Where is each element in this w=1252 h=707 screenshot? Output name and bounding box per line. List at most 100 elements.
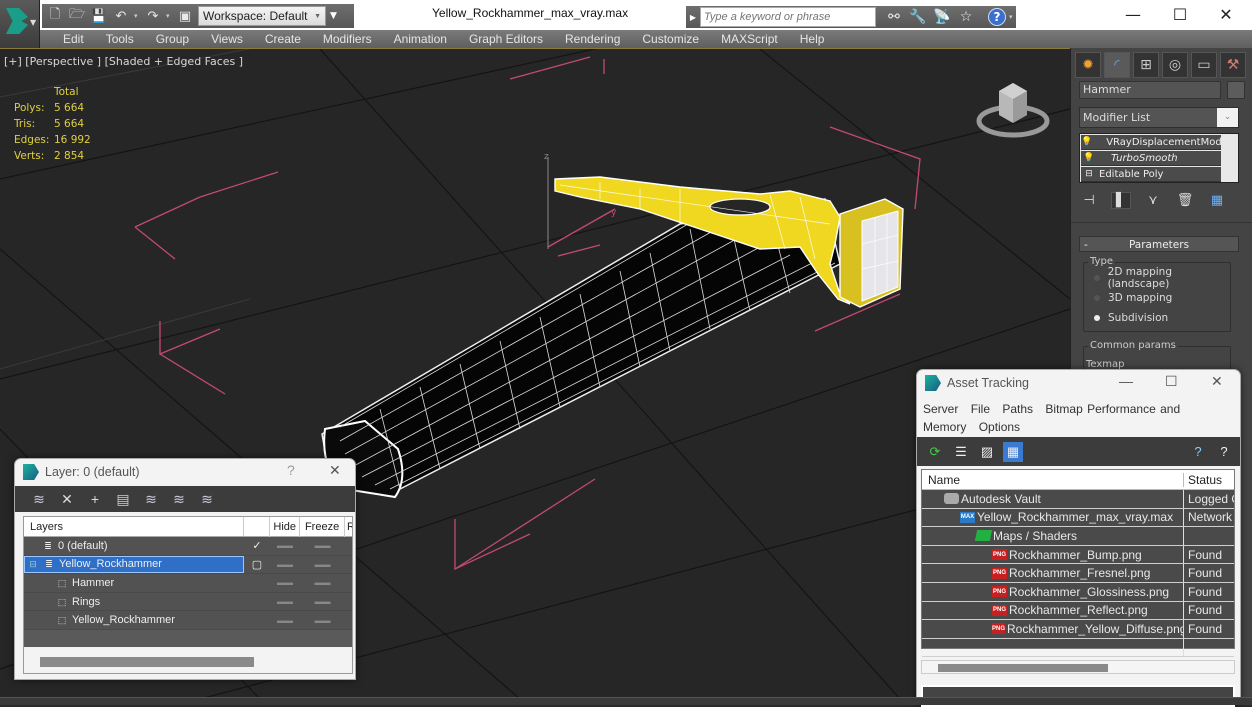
freeze-toggle[interactable]: ▬▬ [300,597,345,606]
hide-toggle[interactable]: ▬▬ [270,560,300,569]
asset-row[interactable]: MAX Yellow_Rockhammer_max_vray.max Network [922,508,1234,528]
expand-box-icon[interactable]: ⊟ [1081,169,1097,179]
redo-dropdown-icon[interactable]: ▾ [166,12,172,20]
object-color-swatch[interactable] [1227,81,1245,99]
column-status[interactable]: Status [1184,473,1222,487]
asset-row[interactable]: PNG Rockhammer_Glossiness.png Found [922,582,1234,602]
radio-2d-mapping[interactable]: 2D mapping (landscape) [1084,266,1230,290]
chevron-down-icon[interactable]: ⌄ [1217,108,1238,127]
satellite-icon[interactable]: 📡 [930,9,954,25]
favorites-star-icon[interactable]: ☆ [954,9,978,25]
radio-3d-mapping[interactable]: 3D mapping [1084,288,1230,308]
lightbulb-icon[interactable]: 💡 [1081,137,1092,147]
hierarchy-tab-icon[interactable]: ⊞ [1133,52,1159,78]
display-tab-monitor-icon[interactable]: ▭ [1191,52,1217,78]
asset-row[interactable]: PNG Rockhammer_Fresnel.png Found [922,564,1234,583]
stack-item-turbosmooth[interactable]: 💡 TurboSmooth [1081,151,1221,166]
delete-layer-icon[interactable]: ✕ [55,491,79,508]
open-folder-icon[interactable]: 🗁 [68,7,86,24]
current-layer-check-icon[interactable]: ✓ [244,539,270,552]
menu-modifiers[interactable]: Modifiers [312,32,383,46]
stack-item-vraydisplacementmod[interactable]: 💡 VRayDisplacementMod [1081,135,1222,150]
remove-modifier-icon[interactable]: 🗑 [1175,193,1195,208]
modify-tab-curve-icon[interactable]: ◜ [1104,52,1130,78]
hide-toggle[interactable]: ▬▬ [270,597,300,606]
hide-toggle[interactable]: ▬▬ [270,541,300,550]
list-view-icon[interactable]: ☰ [951,442,971,462]
expand-icon[interactable]: ⊟ [27,559,39,569]
viewport-label[interactable]: [+] [Perspective ] [Shaded + Edged Faces… [4,55,243,68]
workspace-select[interactable]: Workspace: Default ▼ [198,6,326,26]
menu-maxscript[interactable]: MAXScript [710,32,789,46]
highlight-layer-icon[interactable]: ≋ [167,491,191,508]
scrollbar-thumb[interactable] [40,657,254,667]
freeze-toggle[interactable]: ▬▬ [300,560,345,569]
modifier-list-dropdown[interactable]: Modifier List [1079,107,1239,128]
hide-toggle[interactable]: ▬▬ [270,578,300,587]
undo-dropdown-icon[interactable]: ▾ [134,12,140,20]
column-freeze[interactable]: Freeze [299,516,344,537]
column-layers[interactable]: Layers [24,521,243,533]
configure-sets-icon[interactable]: ▦ [1207,193,1227,208]
freeze-toggle[interactable]: ▬▬ [300,578,345,587]
set-current-checkbox[interactable]: ▢ [244,558,270,571]
horizontal-scrollbar[interactable] [921,660,1235,674]
hide-toggle[interactable]: ▬▬ [270,616,300,625]
asset-row[interactable]: PNG Rockhammer_Reflect.png Found [922,601,1234,621]
add-to-layer-icon[interactable]: + [83,491,107,507]
menu-rendering[interactable]: Rendering [554,32,631,46]
menu-options[interactable]: Options [979,420,1020,434]
help-icon[interactable]: ? [988,8,1006,26]
object-name-field[interactable]: Hammer [1079,81,1221,99]
object-row[interactable]: ⬚ Yellow_Rockhammer ▬▬ ▬▬ [24,611,352,630]
refresh-icon[interactable]: ⟳ [925,442,945,462]
menu-tools[interactable]: Tools [95,32,145,46]
viewcube[interactable] [975,79,1055,144]
create-tab-sun-icon[interactable]: ✹ [1075,52,1101,78]
customize-toolbar-icon[interactable]: ▼ [330,11,342,21]
asset-row[interactable]: PNG Rockhammer_Yellow_Diffuse.png Found [922,620,1234,639]
maximize-button[interactable]: ☐ [1157,0,1203,28]
radio-subdivision[interactable]: Subdivision [1084,308,1230,328]
close-button[interactable]: ✕ [329,462,341,479]
thumbnail-view-icon[interactable]: ▨ [977,442,997,462]
menu-customize[interactable]: Customize [631,32,710,46]
key-icon[interactable]: 🔧 [906,9,930,25]
horizontal-scrollbar[interactable] [24,651,352,673]
project-folder-icon[interactable]: ▣ [176,8,194,24]
lightbulb-icon[interactable]: 💡 [1081,153,1097,163]
redo-icon[interactable]: ↷ [144,8,162,24]
object-row[interactable]: ⬚ Hammer ▬▬ ▬▬ [24,574,352,593]
menu-create[interactable]: Create [254,32,312,46]
pin-stack-icon[interactable]: ⊣ [1079,193,1099,208]
menu-graph-editors[interactable]: Graph Editors [458,32,554,46]
minimize-button[interactable]: — [1119,373,1133,389]
minimize-button[interactable]: — [1110,0,1156,28]
menu-server[interactable]: Server [923,402,958,416]
close-button[interactable]: ✕ [1211,373,1223,390]
menu-paths[interactable]: Paths [1002,402,1033,416]
utilities-tab-hammer-icon[interactable]: ⚒ [1220,52,1246,78]
binoculars-icon[interactable]: ⚯ [882,9,906,25]
close-button[interactable]: ✕ [1203,0,1249,28]
column-render[interactable]: R [344,516,352,537]
column-hide[interactable]: Hide [269,516,299,537]
maximize-button[interactable]: ☐ [1165,373,1178,390]
help-context-icon[interactable]: ? [1214,442,1234,462]
show-end-result-icon[interactable]: ▌ [1111,192,1131,209]
menu-bitmap-performance[interactable]: Bitmap Performance and Memory [923,402,1180,434]
new-file-icon[interactable]: 🗋 [46,7,64,24]
undo-icon[interactable]: ↶ [112,8,130,24]
rollout-header[interactable]: - Parameters [1079,236,1239,252]
help-button[interactable]: ? [287,462,295,478]
menu-file[interactable]: File [971,402,990,416]
scrollbar-thumb[interactable] [938,664,1108,672]
app-menu-button[interactable]: ▼ [0,0,40,48]
motion-tab-icon[interactable]: ◎ [1162,52,1188,78]
select-objects-icon[interactable]: ▤ [111,491,135,508]
help-icon[interactable]: ? [1188,442,1208,462]
menu-views[interactable]: Views [200,32,254,46]
new-layer-icon[interactable]: ≋ [27,491,51,508]
search-input[interactable] [700,7,876,27]
menu-help[interactable]: Help [789,32,836,46]
